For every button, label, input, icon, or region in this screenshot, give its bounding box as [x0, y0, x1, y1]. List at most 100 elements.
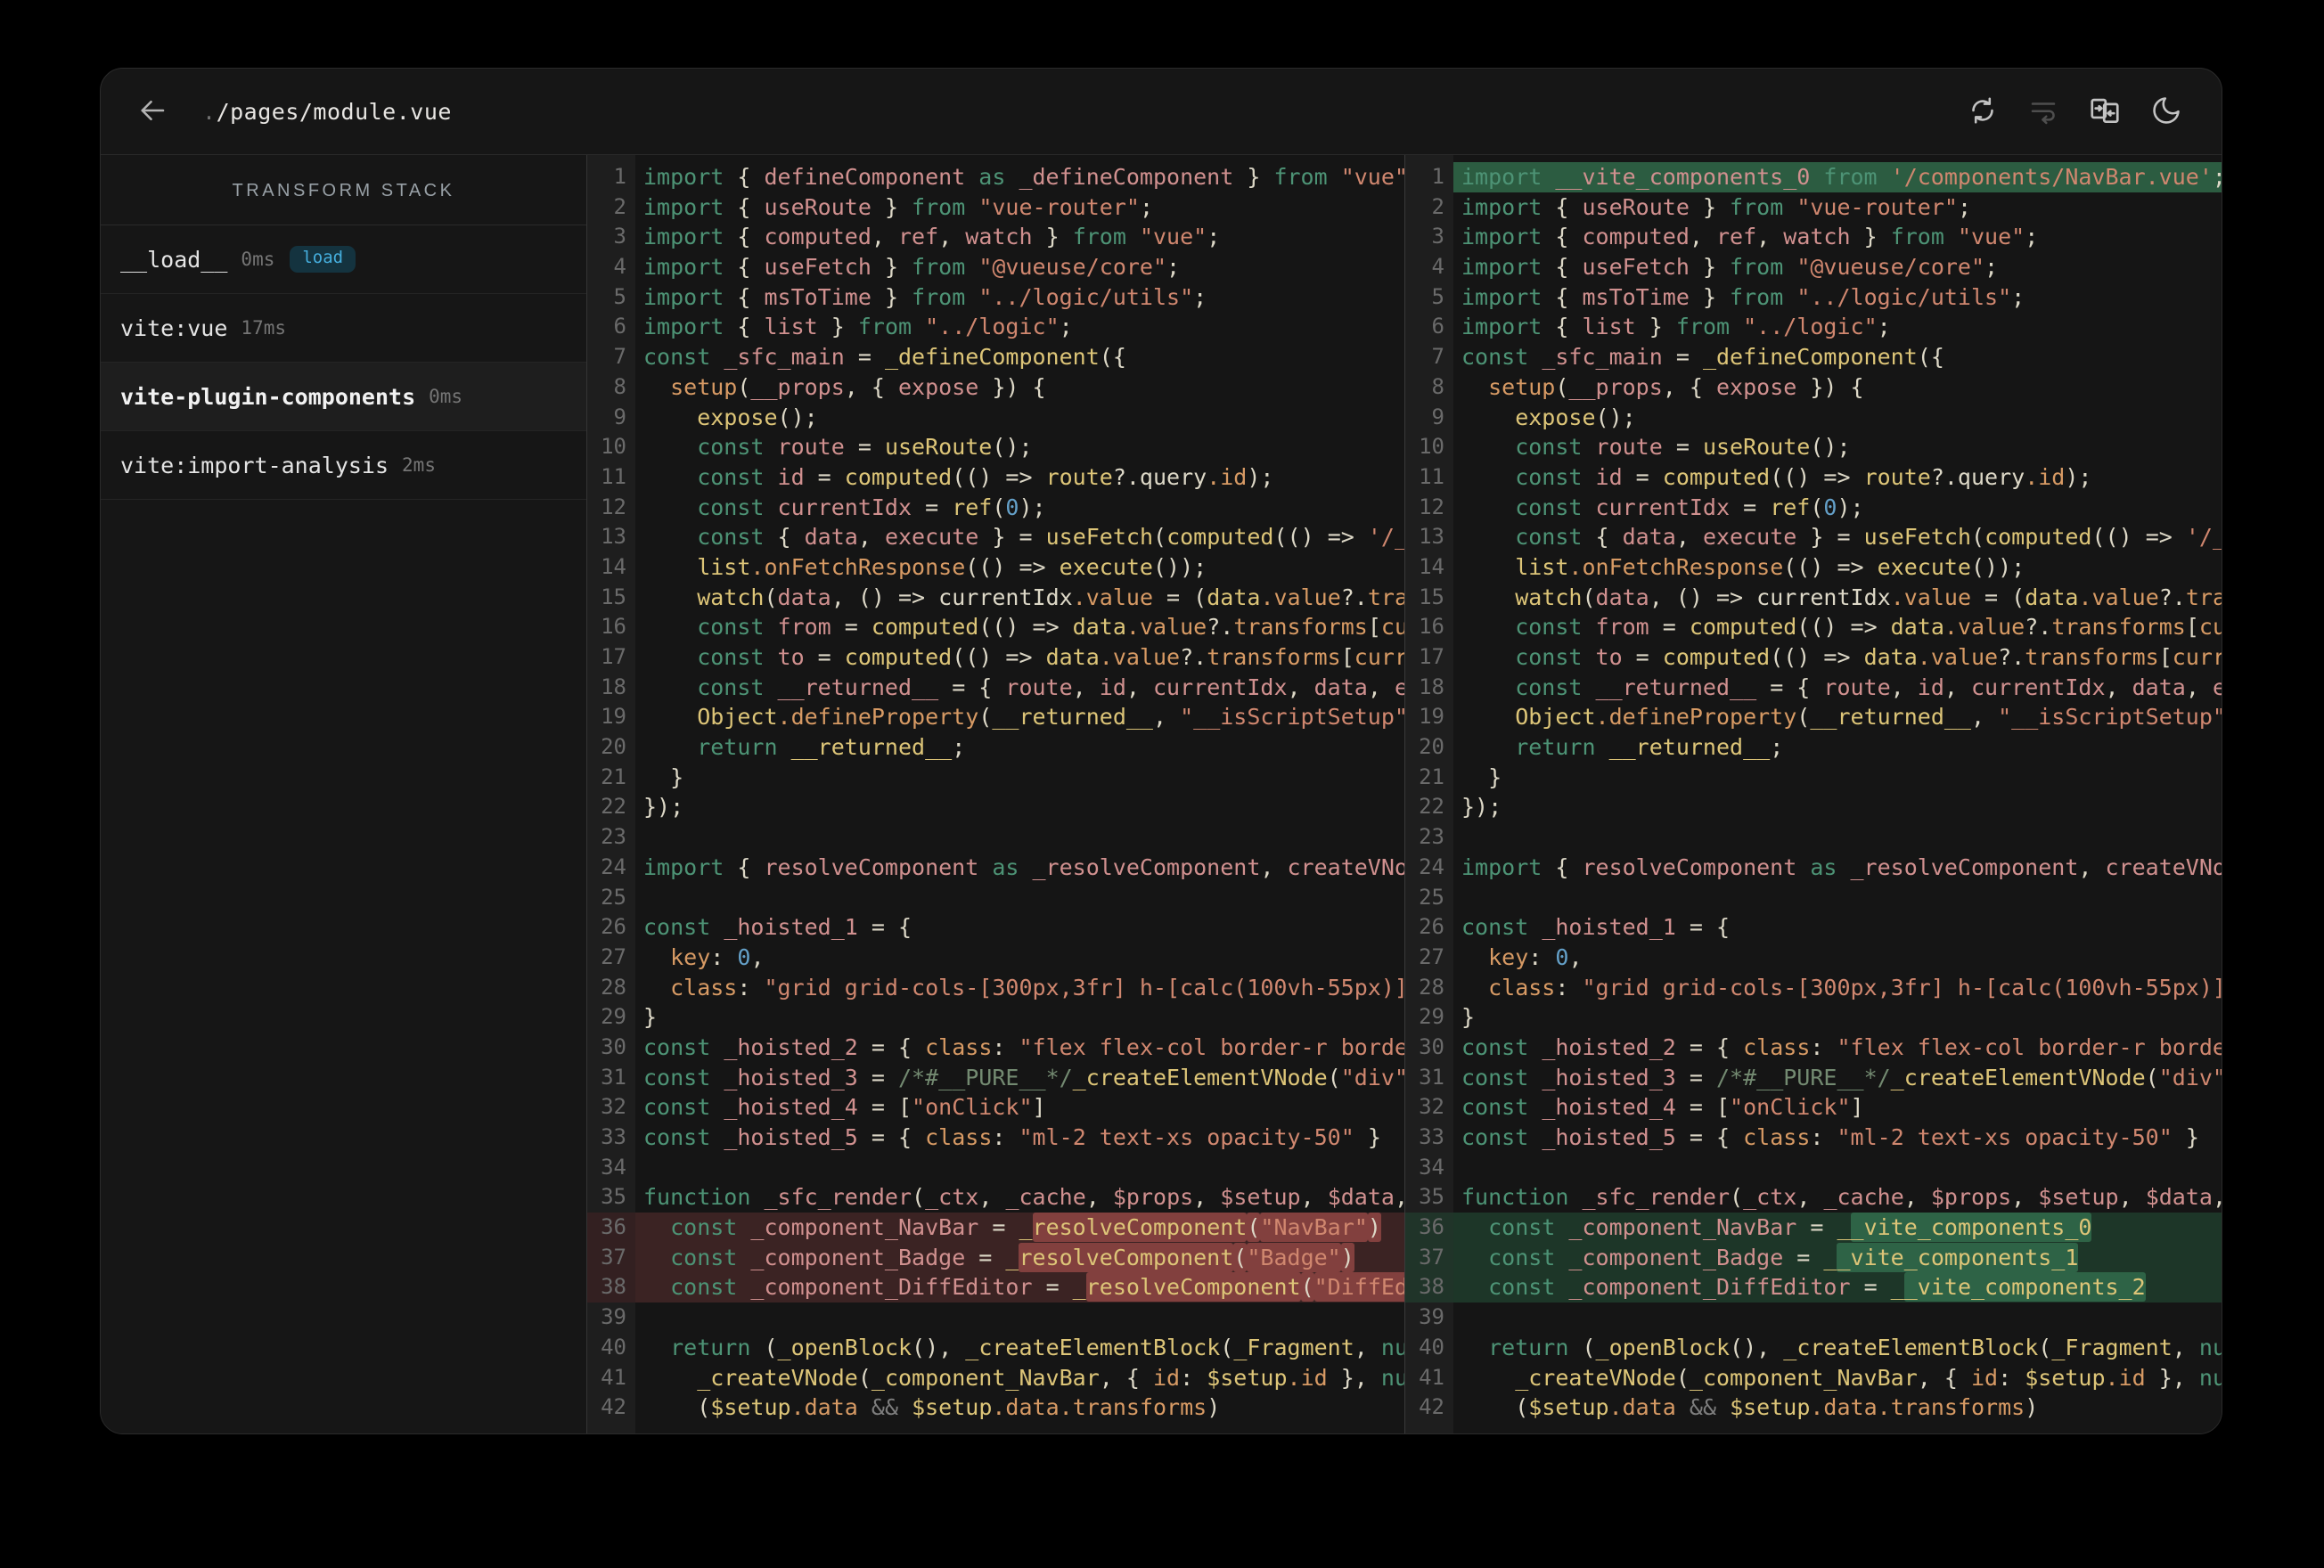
code-line: 9 expose();	[1405, 403, 2222, 433]
line-number: 36	[587, 1213, 635, 1243]
plugin-duration: 17ms	[241, 317, 286, 339]
line-number: 19	[601, 704, 626, 730]
code-panel-before[interactable]: 1 import { defineComponent as _defineComp…	[587, 155, 1405, 1433]
plugin-name: vite:import-analysis	[120, 452, 389, 478]
code-line: 37 const _component_Badge = _resolveComp…	[587, 1242, 1404, 1273]
line-number: 40	[1419, 1334, 1444, 1360]
code-line: 28 class: "grid grid-cols-[300px,3fr] h-…	[587, 973, 1404, 1003]
line-number: 42	[1419, 1394, 1444, 1420]
transform-stack-item-vite-vue[interactable]: vite:vue 17ms	[101, 294, 586, 363]
line-number: 33	[1419, 1124, 1444, 1149]
line-number: 20	[601, 734, 626, 760]
code-before: 1 import { defineComponent as _defineComp…	[587, 155, 1404, 1423]
line-number: 28	[1419, 974, 1444, 1000]
line-number: 5	[613, 283, 626, 309]
line-number: 18	[1419, 674, 1444, 699]
line-number: 27	[1419, 943, 1444, 969]
code-line: 2 import { useRoute } from "vue-router";	[587, 192, 1404, 223]
line-number: 13	[1419, 524, 1444, 550]
code-line: 5 import { msToTime } from "../logic/util…	[587, 282, 1404, 313]
line-number: 30	[1419, 1033, 1444, 1059]
code-line: 33 const _hoisted_5 = { class: "ml-2 text…	[1405, 1123, 2222, 1153]
title-bar-icons	[1967, 94, 2182, 130]
back-arrow-icon	[136, 94, 168, 129]
code-line: 31 const _hoisted_3 = /*#__PURE__*/_creat…	[587, 1063, 1404, 1093]
theme-toggle-button[interactable]	[2150, 94, 2182, 129]
line-number: 15	[601, 584, 626, 609]
line-number: 17	[601, 644, 626, 669]
line-number: 10	[1419, 434, 1444, 460]
transform-stack-item-vite-import-analysis[interactable]: vite:import-analysis 2ms	[101, 431, 586, 500]
line-number: 9	[1431, 404, 1444, 429]
plugin-duration: 2ms	[402, 454, 436, 476]
line-number: 41	[1419, 1364, 1444, 1390]
back-button[interactable]	[136, 94, 168, 129]
code-line: 32 const _hoisted_4 = ["onClick"]	[1405, 1092, 2222, 1123]
title-bar: ./pages/module.vue	[101, 69, 2222, 155]
line-number: 35	[1419, 1184, 1444, 1210]
vite-inspect-window: ./pages/module.vue TRANSFORM STACK __loa…	[100, 68, 2222, 1434]
code-line: 30 const _hoisted_2 = { class: "flex flex…	[1405, 1033, 2222, 1063]
code-line: 15 watch(data, () => currentIdx.value = …	[587, 583, 1404, 613]
code-line: 41 _createVNode(_component_NavBar, { id:…	[1405, 1363, 2222, 1393]
file-path: ./pages/module.vue	[202, 99, 452, 125]
code-line: 19 Object.defineProperty(__returned__, "…	[1405, 702, 2222, 732]
code-line: 18 const __returned__ = { route, id, cur…	[1405, 673, 2222, 703]
code-line: 30 const _hoisted_2 = { class: "flex flex…	[587, 1033, 1404, 1063]
line-number: 14	[1419, 553, 1444, 579]
line-number: 17	[1419, 644, 1444, 669]
line-number: 27	[601, 943, 626, 969]
code-line: 2 import { useRoute } from "vue-router";	[1405, 192, 2222, 223]
line-wrap-toggle-button[interactable]	[2027, 94, 2059, 129]
transform-stack-item-load[interactable]: __load__ 0ms load	[101, 225, 586, 294]
line-number: 12	[1419, 494, 1444, 519]
line-number: 1	[1431, 164, 1444, 189]
line-number: 40	[601, 1334, 626, 1360]
code-line: 39	[1405, 1303, 2222, 1333]
line-number: 24	[1419, 853, 1444, 879]
line-number: 32	[1419, 1094, 1444, 1120]
split-view-toggle-button[interactable]	[2088, 94, 2122, 130]
code-line: 11 const id = computed(() => route?.quer…	[1405, 462, 2222, 493]
line-number: 16	[601, 614, 626, 640]
code-panel-after[interactable]: 1 import __vite_components_0 from '/compo…	[1405, 155, 2222, 1433]
code-line: 38 const _component_DiffEditor = _resolv…	[587, 1272, 1404, 1303]
line-number: 28	[601, 974, 626, 1000]
transform-stack-title: TRANSFORM STACK	[101, 155, 586, 225]
code-line: 22});	[587, 792, 1404, 822]
transform-stack-list: __load__ 0ms load vite:vue 17ms vite-plugin-c…	[101, 225, 586, 500]
line-number: 13	[601, 524, 626, 550]
line-number: 6	[1431, 314, 1444, 339]
code-line: 11 const id = computed(() => route?.quer…	[587, 462, 1404, 493]
line-number: 34	[601, 1154, 626, 1180]
line-number: 19	[1419, 704, 1444, 730]
line-number: 16	[1419, 614, 1444, 640]
line-number: 9	[613, 404, 626, 429]
code-line: 13 const { data, execute } = useFetch(co…	[1405, 522, 2222, 552]
code-line: 21 }	[1405, 763, 2222, 793]
moon-icon	[2150, 94, 2182, 129]
code-line: 21 }	[587, 763, 1404, 793]
refresh-button[interactable]	[1967, 94, 1999, 129]
plugin-name: __load__	[120, 246, 228, 273]
code-line: 8 setup(__props, { expose }) {	[1405, 372, 2222, 403]
code-line: 3 import { computed, ref, watch } from "v…	[1405, 222, 2222, 252]
code-line: 27 key: 0,	[587, 943, 1404, 973]
code-line: 39	[587, 1303, 1404, 1333]
line-number: 20	[1419, 734, 1444, 760]
code-line: 31 const _hoisted_3 = /*#__PURE__*/_creat…	[1405, 1063, 2222, 1093]
code-line: 27 key: 0,	[1405, 943, 2222, 973]
code-line: 23	[1405, 822, 2222, 853]
line-number: 11	[601, 463, 626, 489]
code-line: 23	[587, 822, 1404, 853]
line-number: 23	[601, 824, 626, 850]
code-line: 4 import { useFetch } from "@vueuse/core"…	[587, 252, 1404, 282]
line-number: 29	[601, 1004, 626, 1030]
code-line: 14 list.onFetchResponse(() => execute())…	[1405, 552, 2222, 583]
code-line: 29}	[1405, 1002, 2222, 1033]
transform-stack-item-vite-plugin-components[interactable]: vite-plugin-components 0ms	[101, 363, 586, 431]
line-number: 10	[601, 434, 626, 460]
code-line: 6 import { list } from "../logic";	[1405, 312, 2222, 342]
line-number: 3	[1431, 224, 1444, 249]
code-line: 25	[1405, 883, 2222, 913]
